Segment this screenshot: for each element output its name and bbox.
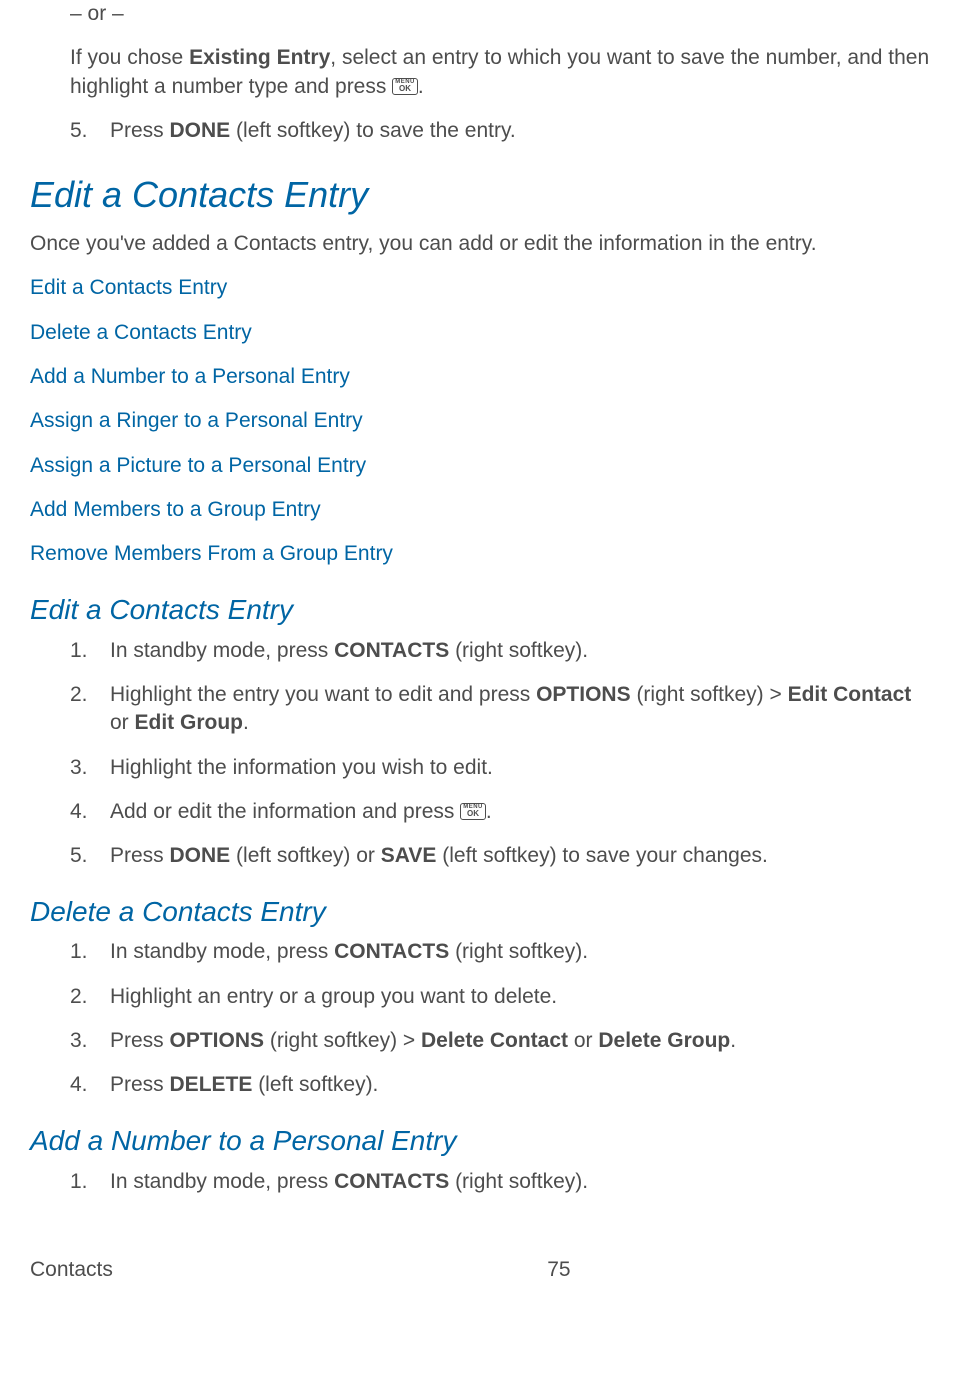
menu-ok-icon: MENUOK xyxy=(460,803,486,820)
text-segment: (left softkey) or xyxy=(230,844,381,867)
list-item-5: 5. Press DONE (left softkey) or SAVE (le… xyxy=(70,842,931,870)
list-number: 3. xyxy=(70,1027,88,1055)
list-item-1: 1. In standby mode, press CONTACTS (righ… xyxy=(70,637,931,665)
text-segment: In standby mode, press xyxy=(110,1170,334,1193)
heading-edit-contacts-entry-sub: Edit a Contacts Entry xyxy=(30,591,931,629)
list-item-2: 2. Highlight the entry you want to edit … xyxy=(70,681,931,738)
list-item-4: 4. Add or edit the information and press… xyxy=(70,798,931,826)
text-segment: Press xyxy=(110,844,170,867)
bold-text: OPTIONS xyxy=(170,1029,265,1052)
bold-text: CONTACTS xyxy=(334,639,449,662)
heading-edit-contacts-entry: Edit a Contacts Entry xyxy=(30,171,931,220)
intro-para: Once you've added a Contacts entry, you … xyxy=(30,230,931,258)
list-item-1: 1. In standby mode, press CONTACTS (righ… xyxy=(70,1168,931,1196)
text-segment: (left softkey) to save your changes. xyxy=(436,844,768,867)
text-segment: If you chose xyxy=(70,46,189,69)
list-number: 3. xyxy=(70,754,88,782)
link-remove-members-group-entry[interactable]: Remove Members From a Group Entry xyxy=(30,540,931,568)
list-number: 1. xyxy=(70,1168,88,1196)
text-segment: Press xyxy=(110,1073,170,1096)
list-number: 5. xyxy=(70,842,88,870)
list-item-2: 2. Highlight an entry or a group you wan… xyxy=(70,983,931,1011)
link-add-members-group-entry[interactable]: Add Members to a Group Entry xyxy=(30,496,931,524)
list-item-1: 1. In standby mode, press CONTACTS (righ… xyxy=(70,938,931,966)
icon-bottom-text: OK xyxy=(395,85,415,93)
text-segment: (left softkey). xyxy=(252,1073,378,1096)
text-segment: . xyxy=(730,1029,736,1052)
text-segment: (right softkey). xyxy=(449,1170,588,1193)
list-number: 4. xyxy=(70,798,88,826)
list-item-5: 5. Press DONE (left softkey) to save the… xyxy=(70,117,931,145)
list-number: 2. xyxy=(70,681,88,709)
link-assign-ringer-personal-entry[interactable]: Assign a Ringer to a Personal Entry xyxy=(30,407,931,435)
list-number: 1. xyxy=(70,938,88,966)
text-segment: Press xyxy=(110,119,170,142)
heading-add-number-personal-entry: Add a Number to a Personal Entry xyxy=(30,1122,931,1160)
text-segment: In standby mode, press xyxy=(110,639,334,662)
text-segment: Add or edit the information and press xyxy=(110,800,460,823)
bold-text: Delete Contact xyxy=(421,1029,568,1052)
text-segment: . xyxy=(418,75,424,98)
list-item-4: 4. Press DELETE (left softkey). xyxy=(70,1071,931,1099)
link-edit-contacts-entry[interactable]: Edit a Contacts Entry xyxy=(30,274,931,302)
text-segment: . xyxy=(486,800,492,823)
text-segment: Press xyxy=(110,1029,170,1052)
bold-text: Edit Group xyxy=(135,711,244,734)
list-number: 2. xyxy=(70,983,88,1011)
bold-text: OPTIONS xyxy=(536,683,631,706)
menu-ok-icon: MENUOK xyxy=(392,78,418,95)
page-footer: Contacts 75 xyxy=(30,1256,571,1284)
bold-text: SAVE xyxy=(381,844,437,867)
text-segment: In standby mode, press xyxy=(110,940,334,963)
text-segment: (right softkey). xyxy=(449,940,588,963)
bold-text: CONTACTS xyxy=(334,940,449,963)
existing-entry-para: If you chose Existing Entry, select an e… xyxy=(70,44,931,101)
text-segment: . xyxy=(243,711,249,734)
footer-page-number: 75 xyxy=(547,1256,570,1284)
text-segment: (right softkey) > xyxy=(264,1029,421,1052)
text-segment: (right softkey) > xyxy=(631,683,788,706)
bold-text: DELETE xyxy=(170,1073,253,1096)
bold-text: Edit Contact xyxy=(788,683,912,706)
text-segment: (left softkey) to save the entry. xyxy=(230,119,516,142)
text-segment: Highlight the information you wish to ed… xyxy=(110,756,493,779)
link-assign-picture-personal-entry[interactable]: Assign a Picture to a Personal Entry xyxy=(30,452,931,480)
list-item-3: 3. Highlight the information you wish to… xyxy=(70,754,931,782)
text-segment: or xyxy=(110,711,135,734)
footer-section-name: Contacts xyxy=(30,1256,113,1284)
bold-text: Existing Entry xyxy=(189,46,330,69)
text-segment: or xyxy=(568,1029,598,1052)
text-segment: Highlight an entry or a group you want t… xyxy=(110,985,557,1008)
list-item-3: 3. Press OPTIONS (right softkey) > Delet… xyxy=(70,1027,931,1055)
icon-bottom-text: OK xyxy=(463,810,483,818)
or-divider: – or – xyxy=(70,0,931,28)
list-number: 1. xyxy=(70,637,88,665)
list-number: 4. xyxy=(70,1071,88,1099)
link-add-number-personal-entry[interactable]: Add a Number to a Personal Entry xyxy=(30,363,931,391)
text-segment: (right softkey). xyxy=(449,639,588,662)
bold-text: Delete Group xyxy=(598,1029,730,1052)
bold-text: DONE xyxy=(170,844,231,867)
list-number: 5. xyxy=(70,117,88,145)
text-segment: Highlight the entry you want to edit and… xyxy=(110,683,536,706)
bold-text: DONE xyxy=(170,119,231,142)
link-delete-contacts-entry[interactable]: Delete a Contacts Entry xyxy=(30,319,931,347)
bold-text: CONTACTS xyxy=(334,1170,449,1193)
heading-delete-contacts-entry: Delete a Contacts Entry xyxy=(30,893,931,931)
